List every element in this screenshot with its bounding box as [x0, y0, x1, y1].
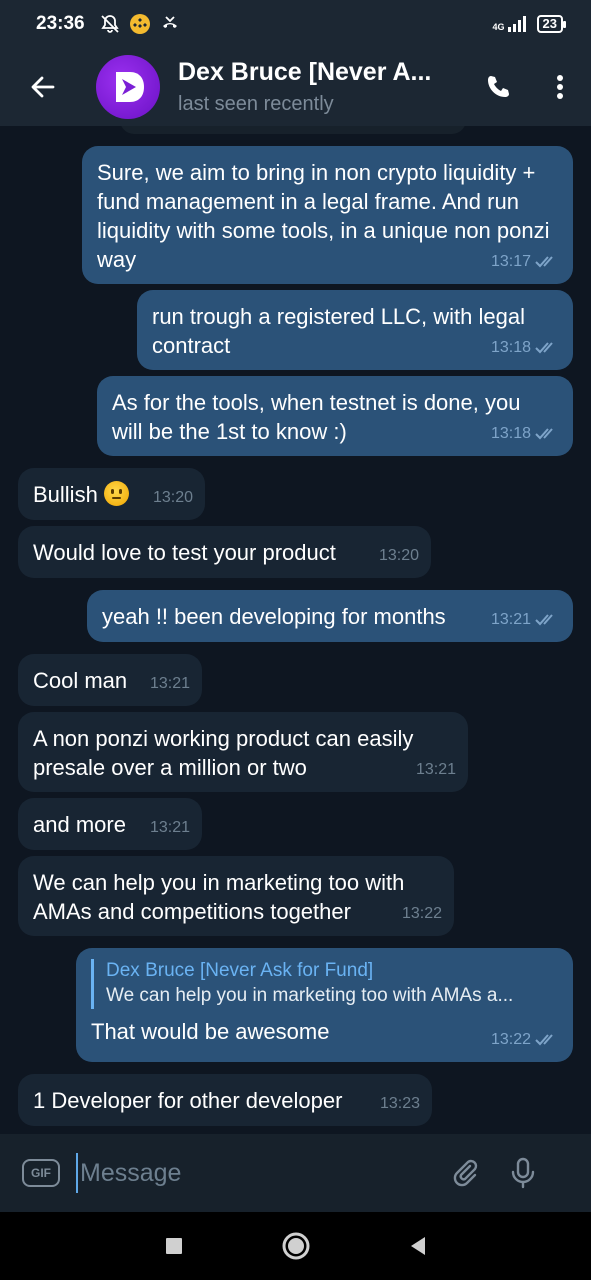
battery-indicator: 23 [536, 15, 567, 33]
chat-header: Dex Bruce [Never A... last seen recently [0, 48, 591, 126]
message-bubble-incoming[interactable]: 1 Developer for other developer 13:23 [18, 1074, 432, 1126]
message-bubble-incoming[interactable]: Bullish 13:20 [18, 468, 205, 520]
reply-quoted-text: We can help you in marketing too with AM… [106, 985, 514, 1006]
message-time: 13:21 [490, 611, 531, 628]
microphone-icon [511, 1157, 535, 1189]
message-time: 13:18 [490, 339, 531, 356]
paperclip-icon [453, 1159, 478, 1187]
circle-icon [282, 1232, 309, 1260]
last-seen-status: last seen recently [178, 93, 334, 115]
message-text: 1 Developer for other developer [33, 1088, 343, 1113]
dex-logo-icon [116, 72, 144, 102]
message-input[interactable] [76, 1153, 436, 1193]
triangle-back-icon [410, 1237, 425, 1255]
back-button[interactable] [0, 48, 86, 126]
chat-title: Dex Bruce [Never A... [178, 58, 432, 86]
message-text: Sure, we aim to bring in non crypto liqu… [97, 160, 550, 272]
message-bubble-outgoing[interactable]: run trough a registered LLC, with legal … [137, 290, 573, 370]
message-bubble-outgoing[interactable]: As for the tools, when testnet is done, … [97, 376, 573, 456]
message-bubble-outgoing[interactable]: Sure, we aim to bring in non crypto liqu… [82, 146, 573, 284]
message-bubble-outgoing-reply[interactable]: Dex Bruce [Never Ask for Fund] We can he… [76, 948, 573, 1062]
system-navigation-bar [0, 1212, 591, 1280]
double-check-icon [535, 341, 553, 353]
message-text: Would love to test your product [33, 540, 336, 565]
more-vertical-icon [557, 75, 563, 99]
status-bar: 23:36 4G 23 [0, 0, 591, 48]
network-type: 4G [492, 22, 505, 32]
double-check-icon [535, 255, 553, 267]
app-notification-icon [129, 13, 151, 35]
double-check-icon [535, 1033, 553, 1045]
message-text: We can help you in marketing too with AM… [33, 870, 405, 924]
recents-button[interactable] [154, 1226, 194, 1266]
message-time: 13:18 [490, 425, 531, 442]
message-time: 13:21 [149, 819, 190, 836]
message-time: 13:23 [379, 1095, 420, 1112]
voice-message-button[interactable] [494, 1134, 552, 1212]
message-time: 13:20 [152, 489, 193, 506]
message-time: 13:21 [415, 761, 456, 778]
back-nav-button[interactable] [398, 1226, 438, 1266]
slightly-smiling-face-emoji [103, 481, 129, 506]
message-bubble-incoming[interactable]: Would love to test your product 13:20 [18, 526, 431, 578]
previous-message-fragment [120, 126, 466, 134]
message-time: 13:20 [378, 547, 419, 564]
message-bubble-incoming[interactable]: A non ponzi working product can easily p… [18, 712, 468, 792]
missed-call-icon [159, 13, 181, 35]
phone-icon [488, 76, 509, 97]
message-text: yeah !! been developing for months [102, 604, 446, 629]
chat-title-block[interactable]: Dex Bruce [Never A... last seen recently [178, 58, 446, 116]
double-check-icon [535, 427, 553, 439]
message-bubble-incoming[interactable]: and more 13:21 [18, 798, 202, 850]
message-time: 13:21 [149, 675, 190, 692]
message-composer: GIF [0, 1134, 591, 1212]
attach-button[interactable] [436, 1134, 494, 1212]
avatar[interactable] [96, 55, 160, 119]
message-time: 13:22 [401, 905, 442, 922]
gif-button[interactable]: GIF [22, 1159, 60, 1187]
message-text: Bullish [33, 482, 98, 507]
message-text: That would be awesome [91, 1019, 330, 1044]
status-time: 23:36 [36, 13, 85, 34]
network-signal-icon: 4G [493, 16, 527, 32]
double-check-icon [535, 613, 553, 625]
square-icon [165, 1238, 182, 1254]
message-bubble-outgoing[interactable]: yeah !! been developing for months 13:21 [87, 590, 573, 642]
message-time: 13:22 [490, 1031, 531, 1048]
message-bubble-incoming[interactable]: We can help you in marketing too with AM… [18, 856, 454, 936]
home-button[interactable] [276, 1226, 316, 1266]
reply-preview[interactable]: Dex Bruce [Never Ask for Fund] We can he… [91, 959, 557, 1009]
arrow-left-icon [31, 76, 55, 98]
more-options-button[interactable] [529, 48, 591, 126]
mute-notifications-icon [99, 13, 121, 35]
message-time: 13:17 [490, 253, 531, 270]
reply-sender-name: Dex Bruce [Never Ask for Fund] [106, 960, 374, 981]
message-list[interactable]: Sure, we aim to bring in non crypto liqu… [0, 126, 591, 1134]
call-button[interactable] [467, 48, 529, 126]
message-text: A non ponzi working product can easily p… [33, 726, 414, 780]
message-bubble-incoming[interactable]: Cool man 13:21 [18, 654, 202, 706]
